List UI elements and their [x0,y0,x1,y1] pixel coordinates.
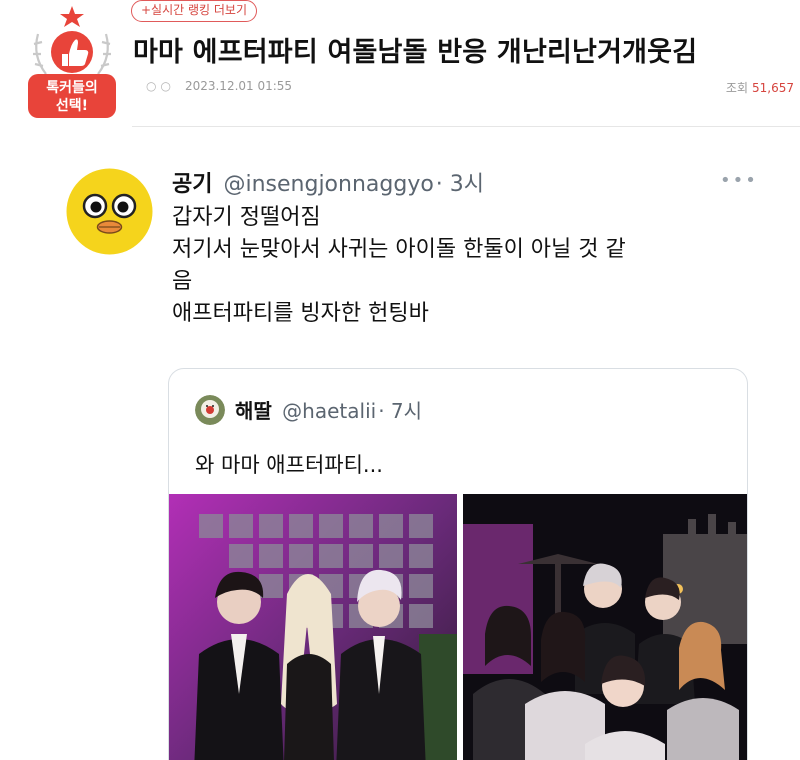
tweet-line: 음 [172,269,193,294]
badge-text-line1: 톡커들의 [46,79,98,96]
tokker-choice-badge: 톡커들의 선택! [28,6,116,118]
tweet-line: 갑자기 정떨어짐 [172,205,321,230]
post-date: 2023.12.01 01:55 [184,79,293,93]
post-meta: ○○ 2023.12.01 01:55 [146,79,292,93]
quoted-author-handle[interactable]: @haetalii [282,399,376,423]
tweet-time: · 3시 [435,172,485,197]
view-count: 조회 51,657 [726,79,794,96]
quoted-time: · 7시 [378,399,423,423]
party-photo-right[interactable] [463,494,748,760]
realtime-ranking-link[interactable]: +실시간 랭킹 더보기 [131,0,258,22]
views-number: 51,657 [752,81,794,95]
post-title: 마마 에프터파티 여돌남돌 반응 개난리난거개웃김 [133,37,698,68]
quoted-header: 해딸 @haetalii · 7시 [235,395,422,424]
tweet-author-handle[interactable]: @insengjonnaggyo [223,172,433,197]
quoted-text: 와 마마 애프터파티... [195,453,383,477]
tweet-header: 공기 @insengjonnaggyo· 3시 [172,166,484,198]
tweet-avatar[interactable] [66,168,153,255]
header-divider [132,126,800,127]
tweet-author-name[interactable]: 공기 [172,172,212,197]
quoted-avatar[interactable] [195,395,225,425]
tweet-line: 저기서 눈맞아서 사귀는 아이돌 한둘이 아닐 것 같 [172,237,626,262]
party-photo-left[interactable] [169,494,457,760]
star-icon [60,6,84,27]
tweet-line: 애프터파티를 빙자한 헌팅바 [172,301,429,326]
more-options-icon[interactable]: ••• [720,170,758,191]
quoted-tweet[interactable]: 해딸 @haetalii · 7시 와 마마 애프터파티... [168,368,748,760]
quoted-author-name[interactable]: 해딸 [235,399,272,423]
views-label: 조회 [725,81,748,95]
badge-text-line2: 선택! [56,97,88,114]
meta-dots-icon: ○○ [146,79,175,93]
tweet-body: 갑자기 정떨어짐 저기서 눈맞아서 사귀는 아이돌 한둘이 아닐 것 같 음 애… [172,202,772,330]
